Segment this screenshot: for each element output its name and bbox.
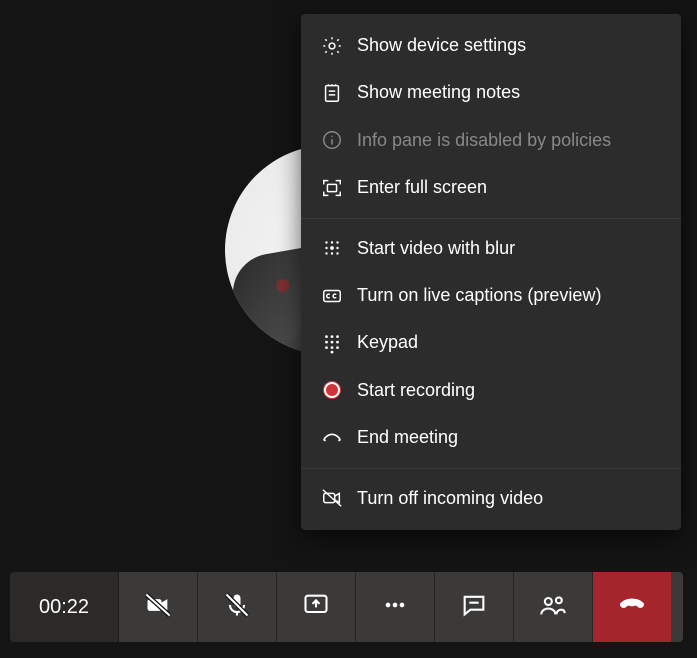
menu-label: Start recording — [357, 379, 475, 402]
menu-label: Show device settings — [357, 34, 526, 57]
menu-label: Keypad — [357, 331, 418, 354]
record-icon — [321, 379, 343, 401]
menu-meeting-notes[interactable]: Show meeting notes — [301, 69, 681, 116]
fullscreen-icon — [321, 177, 343, 199]
menu-live-captions[interactable]: Turn on live captions (preview) — [301, 272, 681, 319]
share-screen-button[interactable] — [277, 572, 356, 642]
participants-button[interactable] — [514, 572, 593, 642]
info-icon — [321, 129, 343, 151]
menu-keypad[interactable]: Keypad — [301, 319, 681, 366]
menu-end-meeting[interactable]: End meeting — [301, 414, 681, 461]
gear-icon — [321, 35, 343, 57]
chat-button[interactable] — [435, 572, 514, 642]
menu-device-settings[interactable]: Show device settings — [301, 22, 681, 69]
menu-label: Turn on live captions (preview) — [357, 284, 601, 307]
more-actions-menu: Show device settings Show meeting notes — [301, 14, 681, 530]
toggle-camera-button[interactable] — [119, 572, 198, 642]
menu-label: End meeting — [357, 426, 458, 449]
menu-divider — [301, 218, 681, 219]
menu-label: Turn off incoming video — [357, 487, 543, 510]
video-off-icon — [321, 487, 343, 509]
menu-video-blur[interactable]: Start video with blur — [301, 225, 681, 272]
menu-label: Info pane is disabled by policies — [357, 129, 611, 152]
menu-label: Enter full screen — [357, 176, 487, 199]
captions-icon — [321, 285, 343, 307]
menu-turn-off-incoming-video[interactable]: Turn off incoming video — [301, 475, 681, 522]
menu-info-disabled: Info pane is disabled by policies — [301, 117, 681, 164]
menu-label: Start video with blur — [357, 237, 515, 260]
blur-icon — [321, 237, 343, 259]
more-actions-button[interactable] — [356, 572, 435, 642]
ellipsis-icon — [381, 591, 409, 624]
menu-full-screen[interactable]: Enter full screen — [301, 164, 681, 211]
menu-divider — [301, 468, 681, 469]
mic-off-icon — [223, 591, 251, 624]
camera-off-icon — [144, 591, 172, 624]
call-stage: Show device settings Show meeting notes — [0, 0, 697, 658]
menu-label: Show meeting notes — [357, 81, 520, 104]
hang-up-button[interactable] — [593, 572, 671, 642]
hang-up-icon — [618, 591, 646, 624]
toggle-mic-button[interactable] — [198, 572, 277, 642]
people-icon — [539, 591, 567, 624]
notes-icon — [321, 82, 343, 104]
call-timer: 00:22 — [10, 572, 119, 642]
call-toolbar: 00:22 — [10, 572, 683, 642]
menu-start-recording[interactable]: Start recording — [301, 367, 681, 414]
call-timer-value: 00:22 — [39, 596, 89, 619]
share-screen-icon — [302, 591, 330, 624]
end-meeting-icon — [321, 427, 343, 449]
chat-icon — [460, 591, 488, 624]
keypad-icon — [321, 332, 343, 354]
